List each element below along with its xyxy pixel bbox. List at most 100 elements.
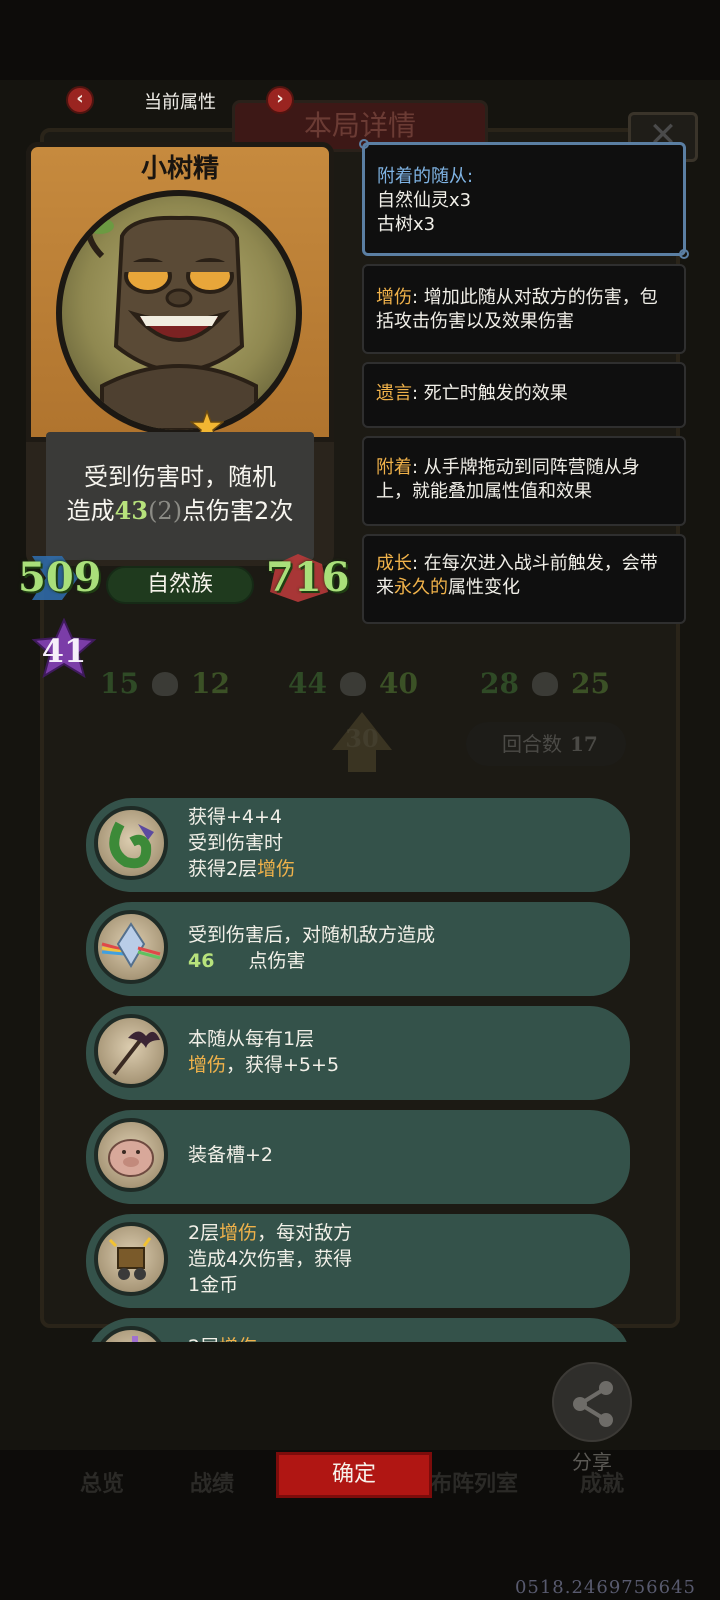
effect-text: 2层增伤	[188, 1334, 257, 1342]
attack-value: 509	[18, 554, 102, 601]
character-name: 小树精	[140, 154, 219, 184]
keyword: 增伤	[219, 1336, 257, 1342]
effect-line: 2层增伤，每对敌方	[188, 1220, 352, 1246]
unit-health: 12	[191, 667, 230, 700]
effects-list[interactable]: 获得+4+4 受到伤害时 获得2层增伤 受到伤害后，对随机敌方造成 46 点伤害 …	[86, 798, 630, 1342]
tooltip-text: : 从手牌拖动到同阵营随从身上，就能叠加属性值和效果	[376, 457, 640, 502]
unit-attack: 28	[480, 667, 519, 700]
level-value: 41	[41, 632, 87, 670]
background-unit: 28 25	[480, 620, 610, 700]
keyword: 增伤	[257, 858, 296, 880]
description-prefix: 造成	[66, 497, 115, 525]
effect-line: 获得+4+4	[188, 806, 283, 828]
effect-text: 装备槽+2	[188, 1142, 273, 1168]
attached-minions-tooltip: 附着的随从: 自然仙灵x3 古树x3	[359, 139, 689, 259]
round-counter: 回合数 17	[466, 722, 626, 766]
corner-ornament-icon	[679, 249, 689, 259]
tooltip-title: 附着的随从:	[377, 166, 474, 187]
effect-row[interactable]: 获得+4+4 受到伤害时 获得2层增伤	[86, 798, 630, 892]
chevron-right-icon[interactable]: ›	[266, 86, 294, 114]
effect-suffix: ，每对敌方	[257, 1222, 353, 1244]
effect-row[interactable]: 装备槽+2	[86, 1110, 630, 1204]
effect-prefix: 获得2层	[188, 858, 258, 880]
description-suffix: 点伤害2次	[182, 497, 294, 525]
tooltip-highlight: 永久的	[394, 577, 448, 598]
effect-text: 受到伤害后，对随机敌方造成 46 点伤害	[188, 922, 435, 974]
unit-attack: 44	[288, 667, 327, 700]
tooltip-line: 自然仙灵x3	[377, 190, 472, 211]
effect-row[interactable]: 2层增伤	[86, 1318, 630, 1342]
effect-suffix: ，获得+5+5	[226, 1054, 340, 1076]
effect-row[interactable]: 2层增伤，每对敌方 造成4次伤害，获得 1金币	[86, 1214, 630, 1308]
potion-icon	[94, 1326, 168, 1342]
share-label: 分享	[572, 1450, 612, 1474]
effect-row[interactable]: 受到伤害后，对随机敌方造成 46 点伤害	[86, 902, 630, 996]
build-code: 0518.2469756645	[514, 1577, 696, 1598]
keyword: 增伤	[376, 287, 412, 308]
keyword: 增伤	[188, 1054, 227, 1076]
deathrattle-tooltip: 遗言: 死亡时触发的效果	[362, 362, 686, 428]
keyword: 成长	[376, 553, 412, 574]
tooltip-text: : 增加此随从对敌方的伤害，包括攻击伤害以及效果伤害	[376, 287, 658, 332]
effect-line: 获得2层增伤	[188, 856, 295, 882]
skull-icon	[532, 672, 558, 696]
health-value: 716	[266, 554, 350, 601]
card-description: 受到伤害时，随机 造成43(2)点伤害2次	[46, 460, 314, 528]
share-button[interactable]	[552, 1362, 632, 1442]
keyword: 增伤	[219, 1222, 258, 1244]
description-line: 造成43(2)点伤害2次	[46, 494, 314, 528]
damage-value: 43	[114, 496, 149, 525]
share-icon	[573, 1381, 613, 1427]
effect-line: 受到伤害时	[188, 832, 284, 854]
keyword: 附着	[376, 457, 412, 478]
unit-health: 25	[571, 667, 610, 700]
effect-prefix: 2层	[188, 1336, 219, 1342]
corner-ornament-icon	[359, 139, 369, 149]
skull-icon	[152, 672, 178, 696]
effect-line: 46 点伤害	[188, 948, 435, 974]
character-card: 小树精 受到伤害时，随机 造成43(2)点伤害2次	[26, 142, 334, 566]
effect-text: 2层增伤，每对敌方 造成4次伤害，获得 1金币	[188, 1220, 352, 1298]
tribe-badge: 自然族	[106, 566, 254, 604]
effect-line: 本随从每有1层	[188, 1028, 315, 1050]
wave-number: 30	[345, 724, 379, 753]
effect-text: 获得+4+4 受到伤害时 获得2层增伤	[188, 804, 295, 882]
round-value: 17	[570, 732, 598, 756]
attach-tooltip: 附着: 从手牌拖动到同阵营随从身上，就能叠加属性值和效果	[362, 436, 686, 526]
character-portrait	[56, 190, 302, 436]
description-line: 受到伤害时，随机	[84, 463, 276, 491]
damage-base-value: (2)	[148, 497, 183, 525]
confirm-button[interactable]: 确定	[276, 1452, 432, 1498]
chevron-left-icon[interactable]: ‹	[66, 86, 94, 114]
background-unit: 44 40	[288, 620, 418, 700]
effect-text: 本随从每有1层 增伤，获得+5+5	[188, 1026, 339, 1078]
effect-line: 受到伤害后，对随机敌方造成	[188, 924, 436, 946]
effect-line: 装备槽+2	[188, 1144, 274, 1166]
effect-line: 造成4次伤害，获得	[188, 1248, 353, 1270]
tooltip-text: 属性变化	[448, 577, 520, 598]
tree-sprite-icon	[85, 214, 258, 430]
effect-row[interactable]: 本随从每有1层 增伤，获得+5+5	[86, 1006, 630, 1100]
unit-attack: 15	[100, 667, 139, 700]
unit-health: 40	[379, 667, 418, 700]
effect-prefix: 2层	[188, 1222, 220, 1244]
tab-record: 战绩	[190, 1472, 235, 1497]
effect-suffix: 点伤害	[248, 950, 306, 972]
green-vine-icon	[94, 806, 168, 880]
rainbow-crystal-icon	[94, 910, 168, 984]
effect-line: 2层增伤	[188, 1334, 257, 1342]
damage-boost-tooltip: 增伤: 增加此随从对敌方的伤害，包括攻击伤害以及效果伤害	[362, 264, 686, 354]
game-screen: 本局详情 ✕ 15 12 44 40 28 25 30 回合数 17 总览 战绩 …	[0, 0, 720, 1600]
pig-icon	[94, 1118, 168, 1192]
tab-lineup: 布阵列室	[430, 1472, 519, 1497]
card-description-box: 受到伤害时，随机 造成43(2)点伤害2次	[46, 432, 314, 560]
tooltip-text: : 死亡时触发的效果	[412, 383, 568, 404]
keyword: 遗言	[376, 383, 412, 404]
page-title: 当前属性	[144, 92, 216, 113]
skull-icon	[340, 672, 366, 696]
effect-damage-value: 46	[188, 950, 215, 972]
effect-line: 1金币	[188, 1274, 239, 1296]
growth-tooltip: 成长: 在每次进入战斗前触发，会带来永久的属性变化	[362, 534, 686, 624]
treasure-cart-icon	[94, 1222, 168, 1296]
effect-line: 增伤，获得+5+5	[188, 1052, 339, 1078]
